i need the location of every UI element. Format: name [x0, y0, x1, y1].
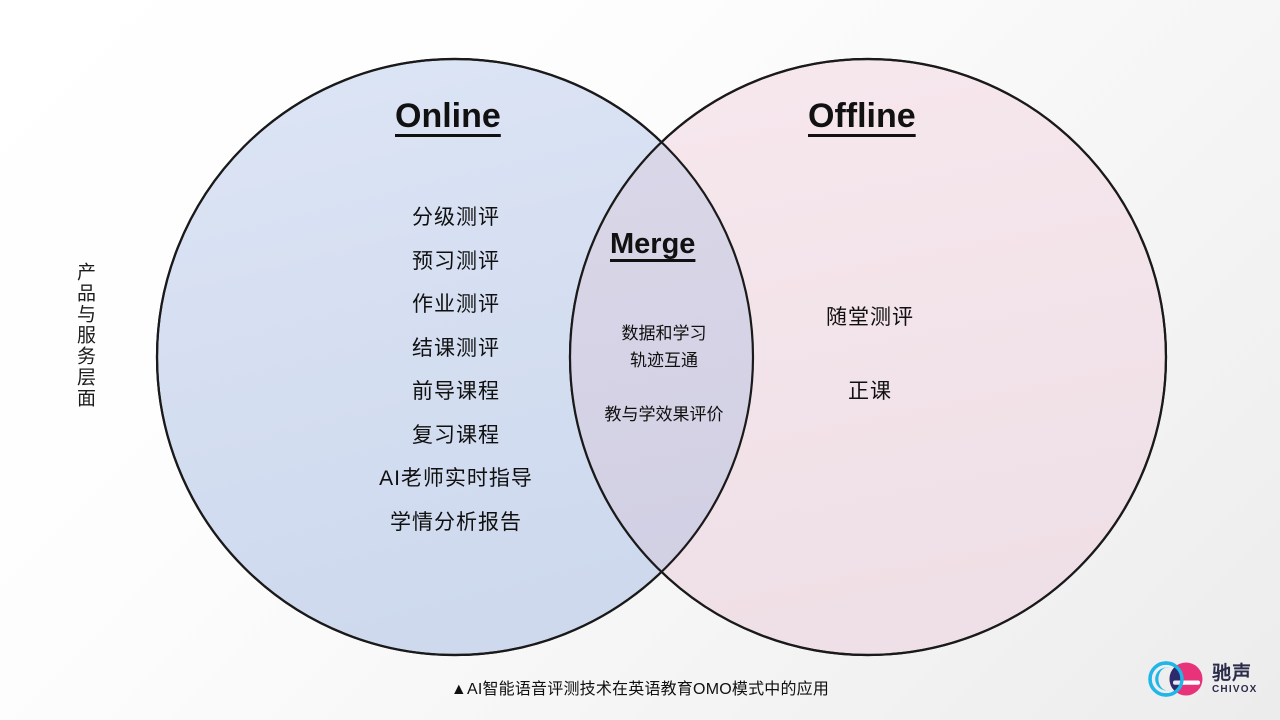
online-item: AI老师实时指导	[379, 467, 533, 490]
online-item: 分级测评	[412, 206, 500, 229]
figure-caption: ▲AI智能语音评测技术在英语教育OMO模式中的应用	[450, 681, 830, 698]
offline-item: 正课	[848, 380, 892, 403]
merge-item: 数据和学习	[621, 324, 707, 343]
side-label-product-service-level: 产品与服务层面	[74, 262, 95, 409]
slide-canvas: 产品与服务层面 Online Offline Merge 分级测评 预习测评 作…	[0, 0, 1280, 720]
chivox-logo-text: 驰声 CHIVOX	[1212, 664, 1258, 695]
heading-offline: Offline	[808, 97, 916, 135]
merge-item-list: 数据和学习 轨迹互通 教与学效果评价	[574, 320, 754, 428]
logo-name-cn: 驰声	[1212, 662, 1253, 684]
merge-item: 教与学效果评价	[604, 405, 724, 424]
online-item-list: 分级测评 预习测评 作业测评 结课测评 前导课程 复习课程 AI老师实时指导 学…	[310, 196, 602, 544]
chivox-logo-mark	[1148, 661, 1203, 697]
offline-item: 随堂测评	[826, 306, 914, 329]
online-item: 作业测评	[412, 293, 500, 316]
offline-item-list: 随堂测评 正课	[775, 300, 965, 410]
merge-item: 轨迹互通	[630, 351, 698, 370]
heading-online: Online	[395, 97, 501, 135]
online-item: 学情分析报告	[390, 510, 522, 534]
online-item: 复习课程	[412, 423, 500, 447]
heading-merge: Merge	[610, 228, 696, 260]
logo-name-en: CHIVOX	[1212, 683, 1258, 695]
online-item: 结课测评	[412, 336, 500, 360]
chivox-logo: 驰声 CHIVOX	[1146, 654, 1270, 704]
online-item: 预习测评	[412, 249, 500, 273]
online-item: 前导课程	[412, 380, 500, 403]
